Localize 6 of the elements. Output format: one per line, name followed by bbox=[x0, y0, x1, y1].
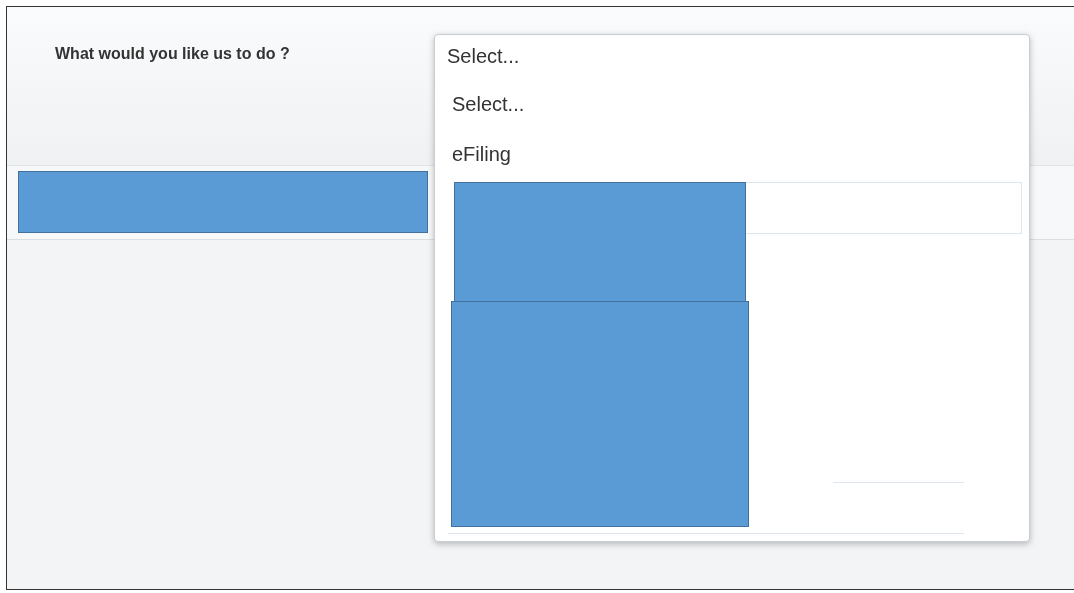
question-label: What would you like us to do ? bbox=[55, 45, 290, 62]
dropdown-menu[interactable]: Select... Select... eFiling bbox=[434, 34, 1030, 542]
dropdown-option[interactable]: Select... bbox=[435, 81, 525, 131]
dropdown-value[interactable]: Select... bbox=[435, 35, 1029, 81]
input-field[interactable] bbox=[746, 182, 1022, 234]
dropdown-option[interactable]: eFiling bbox=[435, 131, 511, 181]
